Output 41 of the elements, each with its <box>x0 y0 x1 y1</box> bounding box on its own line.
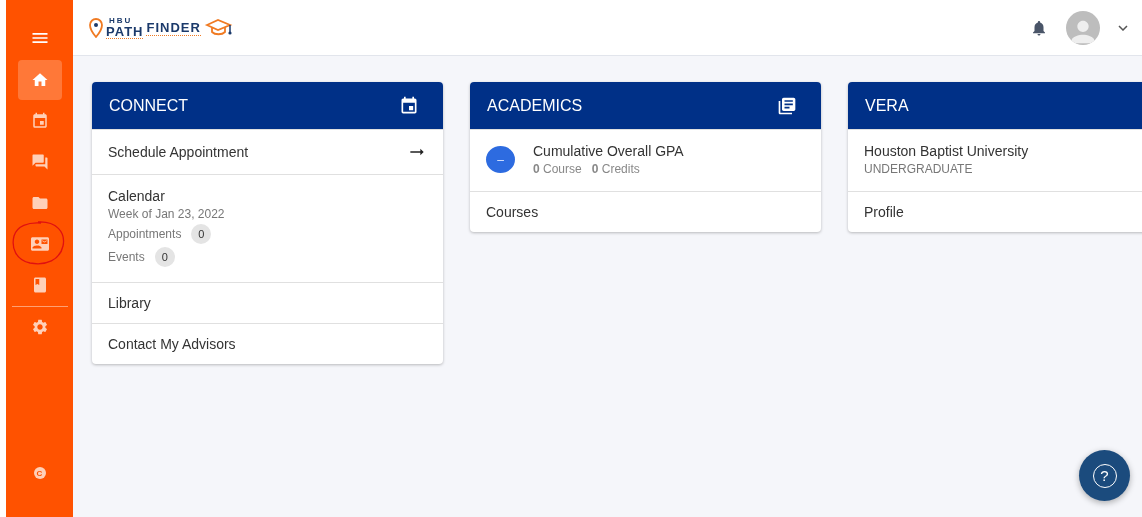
gpa-badge: – <box>486 146 515 173</box>
home-icon <box>30 71 49 89</box>
notifications-button[interactable] <box>1030 18 1048 37</box>
chat-icon <box>30 153 49 171</box>
row-label: Courses <box>486 204 539 220</box>
card-title: CONNECT <box>109 96 189 115</box>
account-menu-button[interactable] <box>1118 24 1128 31</box>
row-label: Library <box>108 295 151 311</box>
gpa-label: Cumulative Overall GPA <box>533 143 684 159</box>
count-badge: 0 <box>154 247 175 267</box>
help-button[interactable]: ? <box>1079 450 1130 501</box>
calendar-title: Calendar <box>108 188 166 204</box>
calendar-icon <box>30 112 49 130</box>
row-label: Profile <box>864 204 904 220</box>
card-row[interactable]: Profile <box>848 191 1142 232</box>
footer-logo: C <box>33 467 46 479</box>
row-label: Schedule Appointment <box>108 144 249 160</box>
row-label: Contact My Advisors <box>108 336 236 352</box>
calendar-icon <box>399 95 419 116</box>
library-icon <box>777 95 797 116</box>
count-label: Events <box>108 250 145 264</box>
card-row[interactable]: Library <box>92 282 443 323</box>
school-name: Houston Baptist University <box>864 143 1029 159</box>
bell-icon <box>1030 18 1048 37</box>
contacts-icon <box>30 235 49 253</box>
card-title: ACADEMICS <box>487 96 583 115</box>
count-label: Appointments <box>108 227 182 241</box>
card-row[interactable]: Schedule Appointment <box>92 129 443 174</box>
week-label: Week of Jan 23, 2022 <box>108 207 225 221</box>
chevron-down-icon <box>1118 24 1128 31</box>
stat-text: 0 Credits <box>591 162 640 176</box>
level-label: UNDERGRADUATE <box>864 162 974 176</box>
stat-text: 0 Course <box>533 162 582 176</box>
settings-icon <box>30 318 49 336</box>
count-badge: 0 <box>191 224 212 244</box>
home-nav-button[interactable] <box>17 60 62 100</box>
folder-icon <box>30 194 49 212</box>
card-row[interactable]: Courses <box>470 191 821 232</box>
avatar[interactable] <box>1066 10 1100 45</box>
card-title: VERA <box>865 96 909 115</box>
card-row[interactable]: Contact My Advisors <box>92 323 443 364</box>
